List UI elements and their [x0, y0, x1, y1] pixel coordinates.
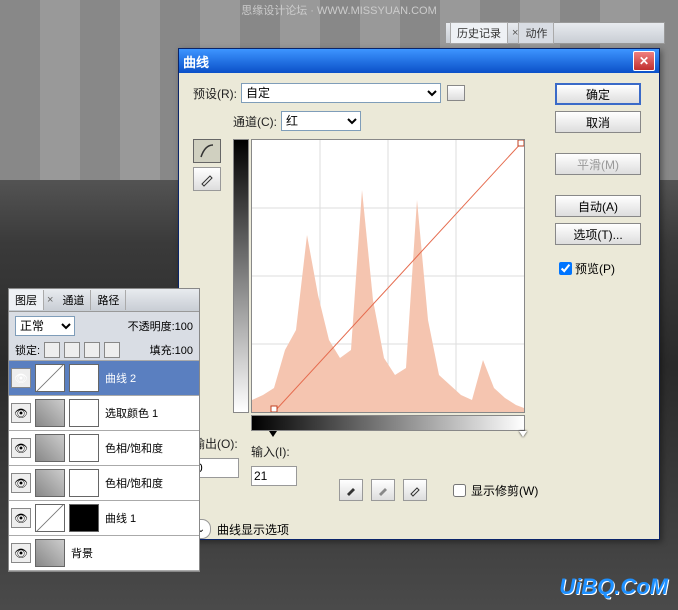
input-label: 输入(I): — [251, 443, 290, 460]
tab-layers[interactable]: 图层 — [9, 290, 44, 310]
preset-menu-icon[interactable] — [447, 85, 465, 101]
visibility-icon[interactable]: 👁 — [11, 543, 31, 563]
bottom-watermark: UiBQ.CoM — [559, 574, 668, 600]
show-clipping-checkbox[interactable] — [453, 484, 466, 497]
smooth-button[interactable]: 平滑(M) — [555, 153, 641, 175]
layer-thumb[interactable] — [35, 539, 65, 567]
layer-name: 曲线 2 — [105, 370, 136, 386]
layer-thumb[interactable] — [35, 434, 65, 462]
layer-mask-thumb[interactable] — [69, 469, 99, 497]
close-icon[interactable]: × — [44, 294, 56, 306]
history-panel-bar: 历史记录 × 动作 — [445, 22, 665, 44]
white-point-slider[interactable] — [519, 431, 527, 437]
layer-name: 曲线 1 — [105, 510, 136, 526]
visibility-icon[interactable]: 👁 — [11, 368, 31, 388]
channel-label: 通道(C): — [233, 113, 277, 130]
curves-dialog: 曲线 ✕ 预设(R): 自定 通道(C): 红 — [178, 48, 660, 540]
tab-history[interactable]: 历史记录 — [450, 22, 508, 44]
lock-transparency-icon[interactable] — [44, 342, 60, 358]
layer-mask-thumb[interactable] — [69, 364, 99, 392]
visibility-icon[interactable]: 👁 — [11, 473, 31, 493]
visibility-icon[interactable]: 👁 — [11, 508, 31, 528]
visibility-icon[interactable]: 👁 — [11, 403, 31, 423]
lock-label: 锁定: — [15, 342, 40, 358]
layer-row[interactable]: 👁 曲线 2 — [9, 361, 199, 396]
layer-row[interactable]: 👁 选取颜色 1 — [9, 396, 199, 431]
layer-thumb[interactable] — [35, 364, 65, 392]
top-watermark: 思缘设计论坛 · WWW.MISSYUAN.COM — [0, 2, 678, 18]
tab-channels[interactable]: 通道 — [56, 290, 91, 310]
cancel-button[interactable]: 取消 — [555, 111, 641, 133]
channel-select[interactable]: 红 — [281, 111, 361, 131]
layer-mask-thumb[interactable] — [69, 399, 99, 427]
fill-value[interactable]: 100 — [175, 345, 193, 357]
visibility-icon[interactable]: 👁 — [11, 438, 31, 458]
lock-all-icon[interactable] — [104, 342, 120, 358]
horizontal-gradient — [251, 415, 525, 431]
options-button[interactable]: 选项(T)... — [555, 223, 641, 245]
fill-label: 填充: — [150, 345, 175, 357]
preview-checkbox[interactable] — [559, 262, 572, 275]
layer-row[interactable]: 👁 色相/饱和度 — [9, 466, 199, 501]
layer-row[interactable]: 👁 背景 — [9, 536, 199, 571]
curve-canvas[interactable] — [251, 139, 525, 413]
dialog-title: 曲线 — [183, 52, 633, 71]
opacity-value[interactable]: 100 — [175, 321, 193, 333]
layer-row[interactable]: 👁 曲线 1 — [9, 501, 199, 536]
ok-button[interactable]: 确定 — [555, 83, 641, 105]
pencil-tool-icon[interactable] — [193, 167, 221, 191]
vertical-gradient — [233, 139, 249, 413]
preset-label: 预设(R): — [193, 85, 237, 102]
black-eyedropper-icon[interactable] — [339, 479, 363, 501]
layer-name: 选取颜色 1 — [105, 405, 158, 421]
layer-mask-thumb[interactable] — [69, 504, 99, 532]
layer-name: 色相/饱和度 — [105, 440, 163, 456]
layer-row[interactable]: 👁 色相/饱和度 — [9, 431, 199, 466]
display-options-label: 曲线显示选项 — [217, 521, 289, 538]
blend-mode-select[interactable]: 正常 — [15, 316, 75, 336]
layer-mask-thumb[interactable] — [69, 434, 99, 462]
gray-eyedropper-icon[interactable] — [371, 479, 395, 501]
lock-pixels-icon[interactable] — [64, 342, 80, 358]
titlebar[interactable]: 曲线 ✕ — [179, 49, 659, 73]
curve-tool-icon[interactable] — [193, 139, 221, 163]
layer-name: 背景 — [71, 545, 93, 561]
layer-thumb[interactable] — [35, 469, 65, 497]
auto-button[interactable]: 自动(A) — [555, 195, 641, 217]
tab-paths[interactable]: 路径 — [91, 290, 126, 310]
opacity-label: 不透明度: — [128, 321, 175, 333]
layer-thumb[interactable] — [35, 504, 65, 532]
preview-label: 预览(P) — [575, 260, 615, 277]
close-button[interactable]: ✕ — [633, 51, 655, 71]
white-eyedropper-icon[interactable] — [403, 479, 427, 501]
tab-actions[interactable]: 动作 — [518, 22, 554, 44]
lock-position-icon[interactable] — [84, 342, 100, 358]
layer-thumb[interactable] — [35, 399, 65, 427]
show-clip-label: 显示修剪(W) — [471, 482, 538, 499]
layers-panel: 图层× 通道 路径 正常 不透明度:100 锁定: 填充:100 👁 曲线 2 … — [8, 288, 200, 572]
layer-name: 色相/饱和度 — [105, 475, 163, 491]
preset-select[interactable]: 自定 — [241, 83, 441, 103]
